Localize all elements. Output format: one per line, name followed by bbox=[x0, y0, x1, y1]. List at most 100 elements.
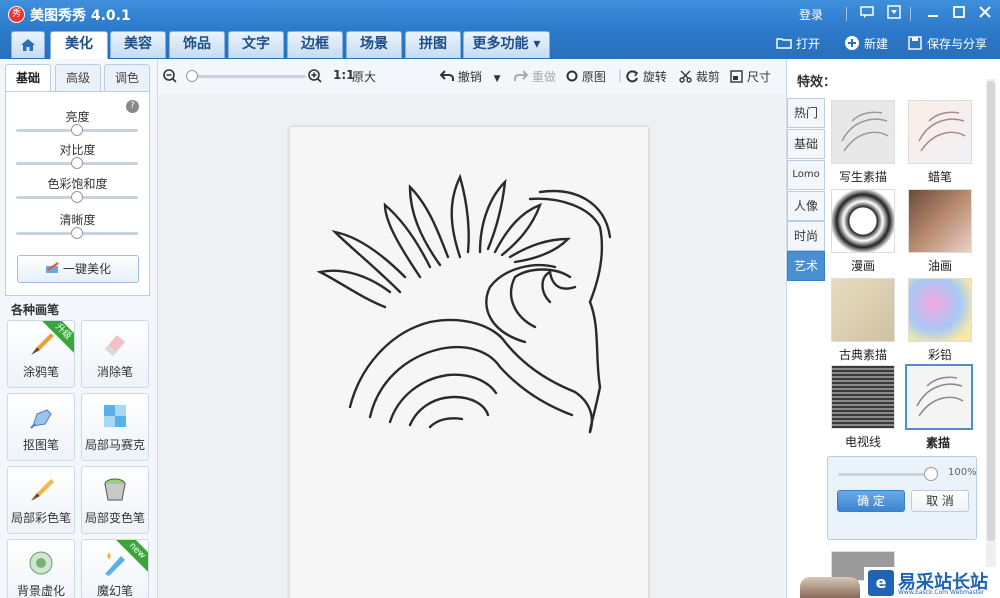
category-art[interactable]: 艺术 bbox=[787, 251, 825, 281]
magic-pen-button[interactable]: 魔幻笔 new bbox=[81, 539, 149, 598]
tab-accessories[interactable]: 饰品 bbox=[169, 31, 225, 58]
main-tab-bar: 美化 美容 饰品 文字 边框 场景 拼图 更多功能 ▾ 打开 新建 保存与分享 bbox=[0, 29, 1000, 59]
sharpness-slider[interactable] bbox=[16, 227, 138, 239]
category-hot[interactable]: 热门 bbox=[787, 98, 825, 128]
effect-tv-lines[interactable]: 电视线 bbox=[830, 365, 896, 450]
size-button[interactable]: 尺寸 bbox=[730, 68, 771, 85]
saturation-label: 色彩饱和度 bbox=[47, 177, 108, 191]
pen-label: 局部变色笔 bbox=[84, 511, 145, 525]
home-icon bbox=[21, 39, 35, 51]
zoom-in-icon[interactable] bbox=[307, 68, 323, 87]
effect-label: 素描 bbox=[925, 436, 950, 450]
tab-home[interactable] bbox=[11, 31, 45, 58]
slider-knob[interactable] bbox=[71, 191, 83, 203]
login-link[interactable]: 登录 bbox=[799, 6, 823, 23]
category-fashion[interactable]: 时尚 bbox=[787, 221, 825, 251]
local-color-pen-button[interactable]: 局部彩色笔 bbox=[7, 466, 75, 534]
minimize-icon[interactable] bbox=[924, 5, 942, 23]
intensity-knob[interactable] bbox=[924, 467, 938, 481]
eraser-pen-button[interactable]: 消除笔 bbox=[81, 320, 149, 388]
save-share-button[interactable]: 保存与分享 bbox=[907, 33, 987, 55]
saturation-slider[interactable] bbox=[16, 191, 138, 203]
one-key-label: 一键美化 bbox=[62, 262, 111, 276]
titlebar-divider bbox=[910, 7, 911, 21]
subtab-color[interactable]: 调色 bbox=[104, 64, 150, 92]
doodle-pen-button[interactable]: 涂鸦笔 升级 bbox=[7, 320, 75, 388]
cancel-button[interactable]: 取 消 bbox=[911, 490, 969, 512]
undo-dropdown-icon[interactable]: ▼ bbox=[494, 74, 501, 84]
category-basic[interactable]: 基础 bbox=[787, 129, 825, 159]
app-title: 美图秀秀 4.0.1 bbox=[30, 8, 131, 24]
subtab-basic[interactable]: 基础 bbox=[5, 64, 51, 92]
category-lomo[interactable]: Lomo bbox=[787, 160, 825, 190]
zoom-out-icon[interactable] bbox=[162, 68, 178, 87]
edited-photo[interactable] bbox=[290, 127, 648, 598]
skin-icon[interactable] bbox=[885, 5, 903, 23]
pen-label: 背景虚化 bbox=[16, 584, 65, 598]
effect-label: 写生素描 bbox=[838, 170, 887, 184]
photo-canvas[interactable] bbox=[159, 94, 785, 598]
tab-frame[interactable]: 边框 bbox=[287, 31, 343, 58]
effect-crayon[interactable]: 蜡笔 bbox=[907, 100, 973, 185]
subtab-advanced[interactable]: 高级 bbox=[55, 64, 101, 92]
watermark-subtext: Www.Easck.Com Webmaster bbox=[898, 589, 985, 596]
effect-color-pencil[interactable]: 彩铅 bbox=[907, 278, 973, 363]
crop-button[interactable]: 裁剪 bbox=[679, 68, 720, 85]
effects-scrollbar[interactable] bbox=[986, 79, 996, 579]
cutout-pen-button[interactable]: 抠图笔 bbox=[7, 393, 75, 461]
one-key-beautify-button[interactable]: 一键美化 bbox=[17, 255, 139, 283]
tab-scene[interactable]: 场景 bbox=[346, 31, 402, 58]
tab-face[interactable]: 美容 bbox=[110, 31, 166, 58]
effect-comic[interactable]: 漫画 bbox=[830, 189, 896, 274]
effect-classic-sketch[interactable]: 古典素描 bbox=[830, 278, 896, 363]
effect-confirm-panel: 100% 确 定 取 消 bbox=[827, 456, 977, 540]
tab-text[interactable]: 文字 bbox=[228, 31, 284, 58]
zoom-knob[interactable] bbox=[186, 70, 198, 82]
brightness-slider[interactable] bbox=[16, 124, 138, 136]
original-label: 原图 bbox=[581, 70, 606, 84]
brushes-title: 各种画笔 bbox=[11, 303, 60, 317]
redo-button[interactable]: 重做 bbox=[514, 68, 556, 85]
tab-beautify[interactable]: 美化 bbox=[50, 31, 108, 59]
slider-knob[interactable] bbox=[71, 227, 83, 239]
maximize-icon[interactable] bbox=[950, 5, 968, 23]
message-icon[interactable] bbox=[858, 5, 876, 23]
effect-sketch-life[interactable]: 写生素描 bbox=[830, 100, 896, 185]
avatar bbox=[800, 577, 860, 598]
open-button[interactable]: 打开 bbox=[776, 33, 820, 55]
eraser-icon bbox=[105, 335, 125, 356]
mosaic-pen-button[interactable]: 局部马赛克 bbox=[81, 393, 149, 461]
effect-intensity-slider[interactable] bbox=[838, 467, 938, 481]
background-blur-button[interactable]: 背景虚化 bbox=[7, 539, 75, 598]
effect-sketch[interactable]: 素描 bbox=[905, 364, 973, 451]
slider-knob[interactable] bbox=[71, 157, 83, 169]
local-recolor-pen-button[interactable]: 局部变色笔 bbox=[81, 466, 149, 534]
confirm-button[interactable]: 确 定 bbox=[837, 490, 905, 512]
slider-knob[interactable] bbox=[71, 124, 83, 136]
undo-button[interactable]: 撤销 ▼ bbox=[439, 68, 501, 85]
intensity-value: 100% bbox=[948, 467, 977, 478]
pen-label: 抠图笔 bbox=[22, 438, 59, 452]
original-image-button[interactable]: 原图 bbox=[566, 68, 606, 85]
circle-icon bbox=[566, 70, 578, 82]
contrast-label: 对比度 bbox=[59, 143, 96, 157]
rotate-button[interactable]: 旋转 bbox=[626, 68, 667, 85]
contrast-slider[interactable] bbox=[16, 157, 138, 169]
effect-thumbnail bbox=[831, 189, 895, 253]
scroll-thumb[interactable] bbox=[987, 81, 995, 541]
pen-label: 魔幻笔 bbox=[96, 584, 133, 598]
tab-more-features[interactable]: 更多功能 ▾ bbox=[463, 31, 550, 58]
zoom-slider[interactable] bbox=[186, 70, 306, 82]
sharpness-label: 清晰度 bbox=[59, 213, 96, 227]
canvas-toolbar: 1:1 原大 撤销 ▼ 重做 原图 | 旋转 裁剪 尺寸 bbox=[159, 59, 785, 94]
new-button[interactable]: 新建 bbox=[844, 33, 888, 55]
toolbar-divider: | bbox=[618, 68, 623, 82]
main-area: 基础 高级 调色 ? 亮度 对比度 色彩饱和度 清晰度 一键美化 各种画笔 涂鸦… bbox=[0, 59, 1000, 598]
rotate-label: 旋转 bbox=[642, 70, 667, 84]
close-icon[interactable] bbox=[976, 5, 994, 23]
effects-panel: 特效： 热门 基础 Lomo 人像 时尚 艺术 写生素描 蜡笔 漫画 油画 古典… bbox=[786, 59, 1000, 598]
tab-collage[interactable]: 拼图 bbox=[405, 31, 461, 58]
effect-oil-painting[interactable]: 油画 bbox=[907, 189, 973, 274]
category-portrait[interactable]: 人像 bbox=[787, 191, 825, 221]
original-size-button[interactable]: 原大 bbox=[352, 68, 376, 85]
